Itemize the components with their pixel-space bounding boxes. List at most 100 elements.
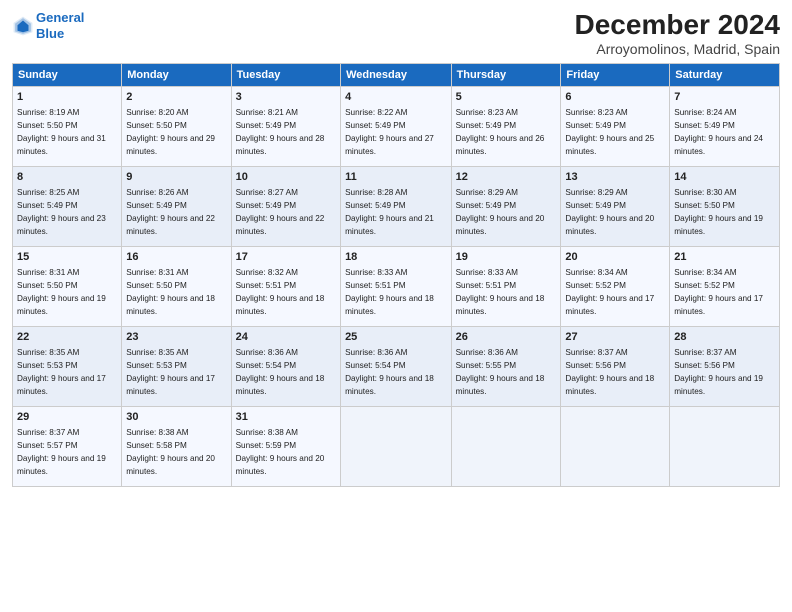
calendar-cell: 29 Sunrise: 8:37 AMSunset: 5:57 PMDaylig… xyxy=(13,406,122,486)
day-detail: Sunrise: 8:35 AMSunset: 5:53 PMDaylight:… xyxy=(17,348,106,396)
calendar-cell: 16 Sunrise: 8:31 AMSunset: 5:50 PMDaylig… xyxy=(122,246,231,326)
day-detail: Sunrise: 8:30 AMSunset: 5:50 PMDaylight:… xyxy=(674,188,763,236)
day-number: 12 xyxy=(456,170,557,185)
day-detail: Sunrise: 8:36 AMSunset: 5:54 PMDaylight:… xyxy=(236,348,325,396)
col-thursday: Thursday xyxy=(451,63,561,86)
day-number: 13 xyxy=(565,170,665,185)
week-row-1: 8 Sunrise: 8:25 AMSunset: 5:49 PMDayligh… xyxy=(13,166,780,246)
day-number: 14 xyxy=(674,170,775,185)
page-container: General Blue December 2024 Arroyomolinos… xyxy=(0,0,792,497)
calendar-cell: 18 Sunrise: 8:33 AMSunset: 5:51 PMDaylig… xyxy=(341,246,452,326)
calendar-cell xyxy=(341,406,452,486)
day-detail: Sunrise: 8:38 AMSunset: 5:58 PMDaylight:… xyxy=(126,428,215,476)
col-sunday: Sunday xyxy=(13,63,122,86)
day-detail: Sunrise: 8:37 AMSunset: 5:56 PMDaylight:… xyxy=(674,348,763,396)
day-number: 30 xyxy=(126,410,226,425)
day-detail: Sunrise: 8:19 AMSunset: 5:50 PMDaylight:… xyxy=(17,108,106,156)
calendar-cell: 4 Sunrise: 8:22 AMSunset: 5:49 PMDayligh… xyxy=(341,86,452,166)
calendar-cell: 11 Sunrise: 8:28 AMSunset: 5:49 PMDaylig… xyxy=(341,166,452,246)
day-detail: Sunrise: 8:20 AMSunset: 5:50 PMDaylight:… xyxy=(126,108,215,156)
calendar-cell: 30 Sunrise: 8:38 AMSunset: 5:58 PMDaylig… xyxy=(122,406,231,486)
day-detail: Sunrise: 8:27 AMSunset: 5:49 PMDaylight:… xyxy=(236,188,325,236)
day-detail: Sunrise: 8:33 AMSunset: 5:51 PMDaylight:… xyxy=(345,268,434,316)
day-detail: Sunrise: 8:28 AMSunset: 5:49 PMDaylight:… xyxy=(345,188,434,236)
calendar-cell: 31 Sunrise: 8:38 AMSunset: 5:59 PMDaylig… xyxy=(231,406,340,486)
day-detail: Sunrise: 8:38 AMSunset: 5:59 PMDaylight:… xyxy=(236,428,325,476)
day-number: 10 xyxy=(236,170,336,185)
day-number: 29 xyxy=(17,410,117,425)
day-detail: Sunrise: 8:35 AMSunset: 5:53 PMDaylight:… xyxy=(126,348,215,396)
week-row-4: 29 Sunrise: 8:37 AMSunset: 5:57 PMDaylig… xyxy=(13,406,780,486)
week-row-0: 1 Sunrise: 8:19 AMSunset: 5:50 PMDayligh… xyxy=(13,86,780,166)
day-number: 21 xyxy=(674,250,775,265)
day-detail: Sunrise: 8:33 AMSunset: 5:51 PMDaylight:… xyxy=(456,268,545,316)
day-number: 16 xyxy=(126,250,226,265)
day-number: 11 xyxy=(345,170,447,185)
day-number: 7 xyxy=(674,90,775,105)
header-row: Sunday Monday Tuesday Wednesday Thursday… xyxy=(13,63,780,86)
week-row-3: 22 Sunrise: 8:35 AMSunset: 5:53 PMDaylig… xyxy=(13,326,780,406)
calendar-cell: 17 Sunrise: 8:32 AMSunset: 5:51 PMDaylig… xyxy=(231,246,340,326)
day-number: 6 xyxy=(565,90,665,105)
header: General Blue December 2024 Arroyomolinos… xyxy=(12,10,780,57)
calendar-cell: 21 Sunrise: 8:34 AMSunset: 5:52 PMDaylig… xyxy=(670,246,780,326)
logo-icon xyxy=(12,15,34,37)
day-detail: Sunrise: 8:32 AMSunset: 5:51 PMDaylight:… xyxy=(236,268,325,316)
calendar-cell: 27 Sunrise: 8:37 AMSunset: 5:56 PMDaylig… xyxy=(561,326,670,406)
calendar-cell: 13 Sunrise: 8:29 AMSunset: 5:49 PMDaylig… xyxy=(561,166,670,246)
calendar-cell: 8 Sunrise: 8:25 AMSunset: 5:49 PMDayligh… xyxy=(13,166,122,246)
calendar-cell: 15 Sunrise: 8:31 AMSunset: 5:50 PMDaylig… xyxy=(13,246,122,326)
col-friday: Friday xyxy=(561,63,670,86)
day-detail: Sunrise: 8:26 AMSunset: 5:49 PMDaylight:… xyxy=(126,188,215,236)
month-title: December 2024 xyxy=(575,10,780,41)
day-number: 26 xyxy=(456,330,557,345)
day-number: 17 xyxy=(236,250,336,265)
day-detail: Sunrise: 8:29 AMSunset: 5:49 PMDaylight:… xyxy=(456,188,545,236)
day-number: 28 xyxy=(674,330,775,345)
day-number: 19 xyxy=(456,250,557,265)
day-number: 22 xyxy=(17,330,117,345)
calendar-cell: 20 Sunrise: 8:34 AMSunset: 5:52 PMDaylig… xyxy=(561,246,670,326)
title-block: December 2024 Arroyomolinos, Madrid, Spa… xyxy=(575,10,780,57)
day-number: 20 xyxy=(565,250,665,265)
calendar-cell: 2 Sunrise: 8:20 AMSunset: 5:50 PMDayligh… xyxy=(122,86,231,166)
day-number: 27 xyxy=(565,330,665,345)
day-detail: Sunrise: 8:29 AMSunset: 5:49 PMDaylight:… xyxy=(565,188,654,236)
day-detail: Sunrise: 8:37 AMSunset: 5:57 PMDaylight:… xyxy=(17,428,106,476)
calendar-cell: 7 Sunrise: 8:24 AMSunset: 5:49 PMDayligh… xyxy=(670,86,780,166)
calendar-cell: 19 Sunrise: 8:33 AMSunset: 5:51 PMDaylig… xyxy=(451,246,561,326)
day-detail: Sunrise: 8:36 AMSunset: 5:55 PMDaylight:… xyxy=(456,348,545,396)
calendar-cell: 9 Sunrise: 8:26 AMSunset: 5:49 PMDayligh… xyxy=(122,166,231,246)
day-detail: Sunrise: 8:23 AMSunset: 5:49 PMDaylight:… xyxy=(456,108,545,156)
day-number: 2 xyxy=(126,90,226,105)
calendar-cell xyxy=(670,406,780,486)
calendar-table: Sunday Monday Tuesday Wednesday Thursday… xyxy=(12,63,780,487)
calendar-cell xyxy=(561,406,670,486)
day-detail: Sunrise: 8:31 AMSunset: 5:50 PMDaylight:… xyxy=(126,268,215,316)
day-detail: Sunrise: 8:25 AMSunset: 5:49 PMDaylight:… xyxy=(17,188,106,236)
calendar-cell: 24 Sunrise: 8:36 AMSunset: 5:54 PMDaylig… xyxy=(231,326,340,406)
calendar-cell: 3 Sunrise: 8:21 AMSunset: 5:49 PMDayligh… xyxy=(231,86,340,166)
day-number: 5 xyxy=(456,90,557,105)
day-detail: Sunrise: 8:31 AMSunset: 5:50 PMDaylight:… xyxy=(17,268,106,316)
calendar-cell: 22 Sunrise: 8:35 AMSunset: 5:53 PMDaylig… xyxy=(13,326,122,406)
day-detail: Sunrise: 8:21 AMSunset: 5:49 PMDaylight:… xyxy=(236,108,325,156)
calendar-cell: 1 Sunrise: 8:19 AMSunset: 5:50 PMDayligh… xyxy=(13,86,122,166)
logo: General Blue xyxy=(12,10,84,41)
calendar-cell: 6 Sunrise: 8:23 AMSunset: 5:49 PMDayligh… xyxy=(561,86,670,166)
day-number: 3 xyxy=(236,90,336,105)
calendar-cell: 12 Sunrise: 8:29 AMSunset: 5:49 PMDaylig… xyxy=(451,166,561,246)
calendar-cell: 5 Sunrise: 8:23 AMSunset: 5:49 PMDayligh… xyxy=(451,86,561,166)
day-number: 25 xyxy=(345,330,447,345)
day-detail: Sunrise: 8:24 AMSunset: 5:49 PMDaylight:… xyxy=(674,108,763,156)
day-number: 9 xyxy=(126,170,226,185)
col-tuesday: Tuesday xyxy=(231,63,340,86)
calendar-cell: 26 Sunrise: 8:36 AMSunset: 5:55 PMDaylig… xyxy=(451,326,561,406)
day-number: 8 xyxy=(17,170,117,185)
col-monday: Monday xyxy=(122,63,231,86)
day-number: 15 xyxy=(17,250,117,265)
logo-text: General Blue xyxy=(36,10,84,41)
day-number: 31 xyxy=(236,410,336,425)
calendar-cell: 23 Sunrise: 8:35 AMSunset: 5:53 PMDaylig… xyxy=(122,326,231,406)
week-row-2: 15 Sunrise: 8:31 AMSunset: 5:50 PMDaylig… xyxy=(13,246,780,326)
